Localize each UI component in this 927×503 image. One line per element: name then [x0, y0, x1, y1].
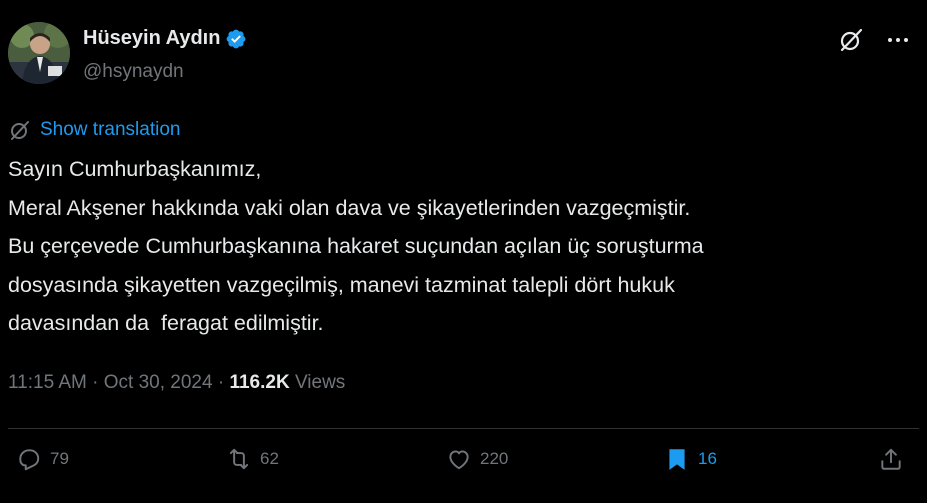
like-count: 220	[480, 449, 509, 468]
tweet-line: Sayın Cumhurbaşkanımız,	[8, 157, 262, 181]
tweet-line: Bu çerçevede Cumhurbaşkanına hakaret suç…	[8, 234, 704, 258]
tweet-text: Sayın Cumhurbaşkanımız, Meral Akşener ha…	[8, 150, 918, 343]
tweet-line: davasından da feragat edilmiştir.	[8, 311, 324, 335]
repost-count: 62	[260, 449, 279, 468]
translate-icon	[8, 118, 32, 142]
avatar[interactable]	[8, 22, 70, 84]
meta-separator: ·	[212, 372, 230, 393]
tweet-date[interactable]: Oct 30, 2024	[104, 372, 213, 394]
author-name[interactable]: Hüseyin Aydın	[83, 27, 220, 50]
repost-icon	[229, 448, 249, 470]
bookmark-icon	[669, 449, 685, 470]
reply-button[interactable]: 79	[16, 446, 69, 472]
tweet-line: Meral Akşener hakkında vaki olan dava ve…	[8, 195, 691, 220]
avatar-image	[8, 22, 70, 84]
tweet-line: dosyasında şikayetten vazgeçilmiş, manev…	[8, 272, 675, 297]
like-button[interactable]: 220	[446, 446, 508, 472]
verified-badge-icon	[225, 28, 247, 50]
tweet-meta: 11:15 AM · Oct 30, 2024 · 116.2K Views	[8, 372, 345, 394]
repost-button[interactable]: 62	[226, 446, 279, 472]
reply-count: 79	[50, 449, 69, 468]
meta-separator: ·	[86, 372, 104, 393]
like-icon	[449, 450, 469, 470]
divider	[8, 428, 919, 429]
reply-icon	[19, 449, 40, 471]
share-icon	[881, 448, 901, 470]
show-translation-label[interactable]: Show translation	[40, 119, 180, 141]
share-button[interactable]	[878, 446, 912, 472]
more-icon[interactable]	[885, 27, 911, 53]
tweet-time[interactable]: 11:15 AM	[8, 372, 87, 394]
author-handle[interactable]: @hsynaydn	[83, 61, 184, 83]
views-count[interactable]: 116.2K	[229, 372, 289, 394]
bookmark-count: 16	[698, 449, 717, 468]
tweet-action-bar: 79 62 220 16	[0, 446, 927, 486]
tweet-top-actions	[837, 26, 911, 54]
views-label: Views	[289, 372, 346, 393]
author-name-row: Hüseyin Aydın	[83, 27, 247, 50]
show-translation-link[interactable]: Show translation	[8, 118, 180, 142]
bookmark-button[interactable]: 16	[664, 446, 717, 472]
grok-icon[interactable]	[837, 26, 865, 54]
